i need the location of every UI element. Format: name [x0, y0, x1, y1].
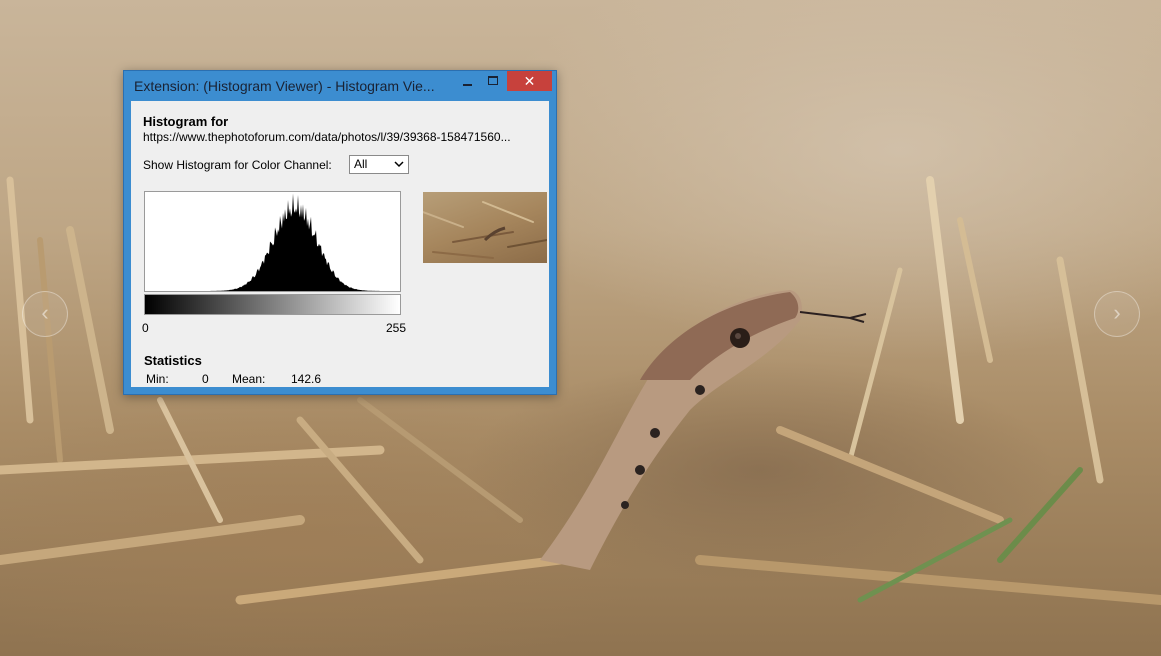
histogram-plot — [144, 191, 401, 292]
channel-select[interactable]: All — [349, 155, 409, 174]
window-content: Histogram for https://www.thephotoforum.… — [131, 101, 549, 387]
mean-value: 142.6 — [291, 372, 322, 386]
minimize-icon[interactable] — [454, 71, 480, 91]
axis-max-label: 255 — [386, 321, 407, 335]
title-bar[interactable]: Extension: (Histogram Viewer) - Histogra… — [124, 71, 556, 101]
histogram-viewer-window: Extension: (Histogram Viewer) - Histogra… — [123, 70, 557, 395]
statistics-title: Statistics — [144, 353, 202, 368]
image-thumbnail — [423, 192, 547, 263]
min-value: 0 — [202, 372, 209, 386]
channel-label: Show Histogram for Color Channel: — [143, 158, 332, 172]
prev-arrow-icon[interactable]: ‹ — [22, 291, 68, 337]
window-title: Extension: (Histogram Viewer) - Histogra… — [134, 78, 435, 94]
close-icon[interactable]: ✕ — [507, 71, 552, 91]
next-arrow-icon[interactable]: › — [1094, 291, 1140, 337]
maximize-icon[interactable] — [480, 71, 506, 91]
tonal-gradient-bar — [144, 294, 401, 315]
histogram-shape — [145, 193, 400, 291]
histogram-heading: Histogram for — [143, 114, 229, 129]
axis-min-label: 0 — [142, 321, 149, 335]
mean-label: Mean: — [232, 372, 266, 386]
min-label: Min: — [146, 372, 169, 386]
histogram-bars — [145, 193, 400, 291]
image-url: https://www.thephotoforum.com/data/photo… — [143, 130, 511, 144]
chevron-down-icon — [394, 156, 404, 176]
channel-selected-value: All — [354, 157, 368, 171]
